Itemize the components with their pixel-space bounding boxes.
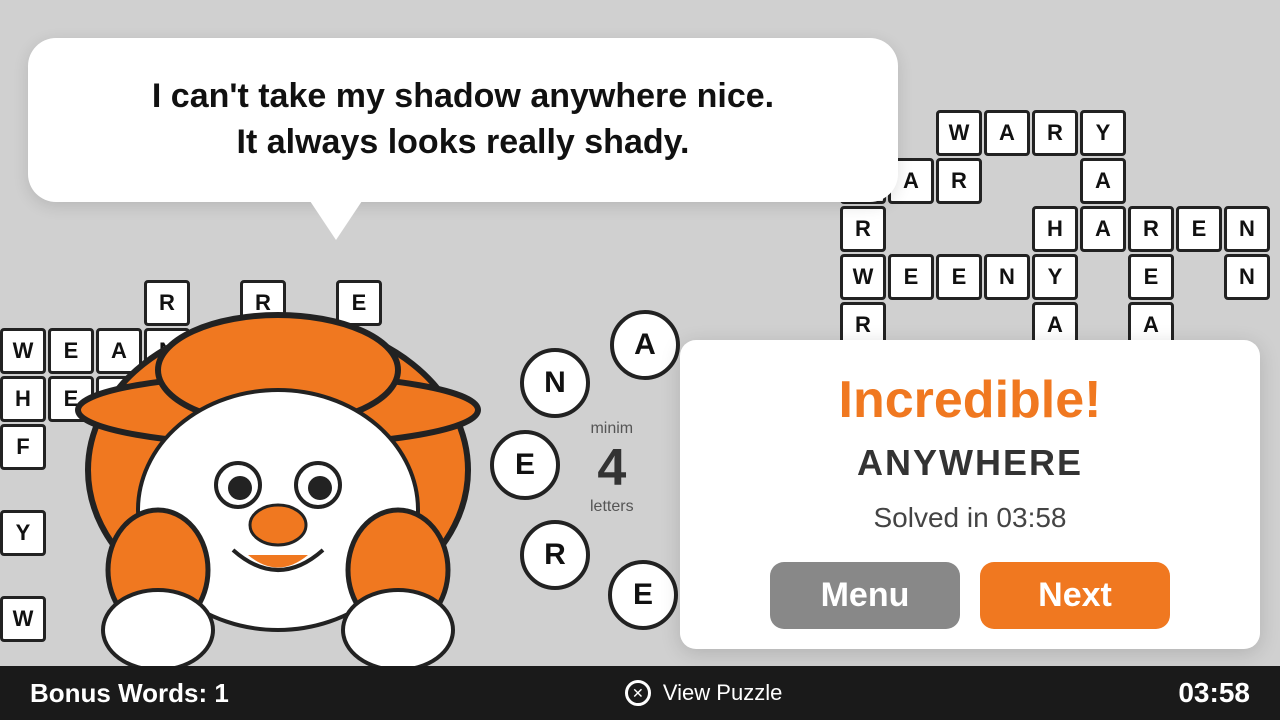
minimum-number: 4 <box>590 438 634 498</box>
minimum-letters-label: letters <box>590 498 634 516</box>
tile-y1: Y <box>1080 110 1126 156</box>
tile-e4: E <box>936 254 982 300</box>
result-title: Incredible! <box>720 370 1220 430</box>
result-buttons: Menu Next <box>720 562 1220 629</box>
ltile-w2: W <box>0 596 46 642</box>
tile-r1: R <box>1032 110 1078 156</box>
letter-circle-n[interactable]: N <box>520 348 590 418</box>
letter-circle-r[interactable]: R <box>520 520 590 590</box>
tile-a1: A <box>984 110 1030 156</box>
x-button-icon: ✕ <box>625 680 651 706</box>
result-solved: Solved in 03:58 <box>720 502 1220 534</box>
tile-e3: E <box>888 254 934 300</box>
crossword-area: W W A R Y E A R A R H A R E N W E E N Y … <box>840 110 1270 350</box>
minimum-label: minim <box>590 420 634 438</box>
tile-y2: Y <box>1032 254 1078 300</box>
tile-a4: A <box>1080 206 1126 252</box>
ltile-w1: W <box>0 328 46 374</box>
letter-circle-e1[interactable]: E <box>490 430 560 500</box>
ltile-y1: Y <box>0 510 46 556</box>
timer-display: 03:58 <box>1178 677 1250 709</box>
speech-line2: It always looks really shady. <box>237 123 690 161</box>
tile-n2: N <box>984 254 1030 300</box>
tile-a3: A <box>1080 158 1126 204</box>
next-button[interactable]: Next <box>980 562 1170 629</box>
minimum-display: minim 4 letters <box>590 420 634 516</box>
tile-r2: R <box>936 158 982 204</box>
result-word: ANYWHERE <box>720 442 1220 484</box>
tile-w2: W <box>936 110 982 156</box>
bottom-bar: Bonus Words: 1 ✕ View Puzzle 03:58 <box>0 666 1280 720</box>
tile-n3: N <box>1224 254 1270 300</box>
result-panel: Incredible! ANYWHERE Solved in 03:58 Men… <box>680 340 1260 649</box>
speech-line1: I can't take my shadow anywhere nice. <box>152 77 774 115</box>
ltile-h1: H <box>0 376 46 422</box>
tile-h1: H <box>1032 206 1078 252</box>
tile-r3: R <box>840 206 886 252</box>
tile-n1: N <box>1224 206 1270 252</box>
letter-circle-e2[interactable]: E <box>608 560 678 630</box>
tile-w3: W <box>840 254 886 300</box>
view-puzzle-label: View Puzzle <box>663 680 782 706</box>
view-puzzle[interactable]: ✕ View Puzzle <box>625 680 782 706</box>
menu-button[interactable]: Menu <box>770 562 960 629</box>
speech-text: I can't take my shadow anywhere nice. It… <box>78 74 848 166</box>
speech-bubble: I can't take my shadow anywhere nice. It… <box>28 38 898 202</box>
letter-circle-a[interactable]: A <box>610 310 680 380</box>
tile-e2: E <box>1176 206 1222 252</box>
mascot <box>68 310 488 700</box>
ltile-f2: F <box>0 424 46 470</box>
bonus-words: Bonus Words: 1 <box>30 678 229 709</box>
tile-r4: R <box>1128 206 1174 252</box>
tile-e5: E <box>1128 254 1174 300</box>
